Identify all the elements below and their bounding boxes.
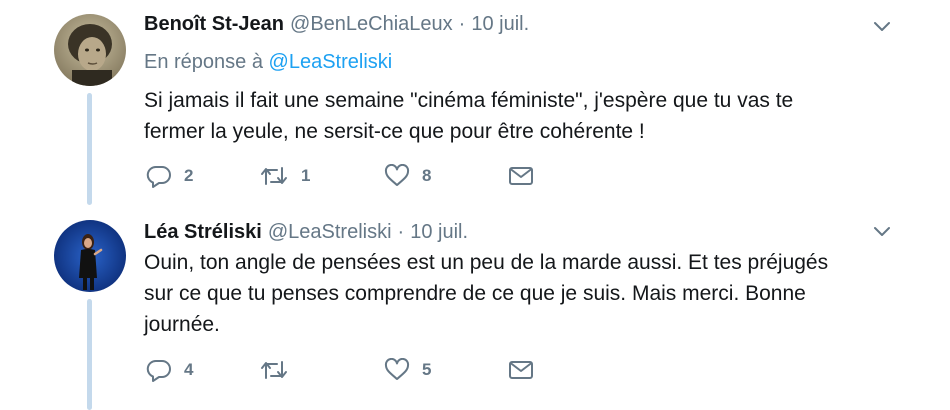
tweet-text-line: fermer la yeule, ne sersit-ce que pour ê… (144, 120, 645, 143)
retweet-icon (261, 361, 287, 379)
direct-message-button[interactable] (508, 161, 534, 191)
separator: · (397, 221, 405, 243)
thread-line (87, 93, 92, 205)
tweet-text-line: Ouin, ton angle de pensées est un peu de… (144, 251, 829, 274)
author-handle[interactable]: @LeaStreliski (268, 220, 392, 244)
author-name[interactable]: Benoît St-Jean (144, 12, 284, 36)
reply-icon (146, 165, 171, 188)
tweet-date[interactable]: 10 juil. (471, 12, 529, 36)
heart-icon (384, 164, 410, 186)
envelope-icon (509, 167, 533, 185)
envelope-icon (509, 361, 533, 379)
action-bar: 2 1 8 (144, 161, 564, 191)
tweet-text-line: journée. (144, 313, 220, 336)
tweet-header: Léa Stréliski @LeaStreliski · 10 juil. (144, 220, 468, 244)
tweet-text: Ouin, ton angle de pensées est un peu de… (144, 247, 884, 340)
retweet-button[interactable] (259, 355, 301, 385)
like-button[interactable]: 8 (384, 161, 431, 191)
reply-prefix: En réponse à (144, 51, 263, 73)
like-button[interactable]: 5 (384, 355, 431, 385)
like-count: 5 (422, 360, 432, 379)
chevron-down-icon[interactable] (872, 225, 892, 239)
reply-button[interactable]: 2 (146, 161, 193, 191)
separator: · (458, 13, 466, 35)
avatar[interactable] (54, 220, 126, 292)
stage-performer-avatar (54, 220, 126, 292)
avatar[interactable] (54, 14, 126, 86)
retweet-icon (261, 167, 287, 185)
reply-count: 2 (184, 166, 194, 185)
tweet[interactable]: Benoît St-Jean @BenLeChiaLeux · 10 juil.… (0, 0, 950, 205)
reply-icon (146, 359, 171, 382)
tweet-text: Si jamais il fait une semaine "cinéma fé… (144, 85, 884, 147)
tweet-text-line: Si jamais il fait une semaine "cinéma fé… (144, 89, 794, 112)
reply-count: 4 (184, 360, 194, 379)
author-name[interactable]: Léa Stréliski (144, 220, 262, 244)
thread-line (87, 299, 92, 410)
sepia-portrait-avatar (54, 14, 126, 86)
author-handle[interactable]: @BenLeChiaLeux (290, 12, 453, 36)
retweet-count: 1 (301, 166, 311, 185)
reply-context: En réponse à @LeaStreliski (144, 50, 392, 74)
heart-icon (384, 358, 410, 380)
reply-button[interactable]: 4 (146, 355, 193, 385)
tweet-date[interactable]: 10 juil. (410, 220, 468, 244)
like-count: 8 (422, 166, 432, 185)
direct-message-button[interactable] (508, 355, 534, 385)
chevron-down-icon[interactable] (872, 20, 892, 34)
tweet[interactable]: Léa Stréliski @LeaStreliski · 10 juil. O… (0, 205, 950, 410)
tweet-header: Benoît St-Jean @BenLeChiaLeux · 10 juil. (144, 12, 529, 36)
action-bar: 4 5 (144, 355, 564, 385)
retweet-button[interactable]: 1 (259, 161, 310, 191)
reply-to-link[interactable]: @LeaStreliski (269, 51, 393, 73)
tweet-text-line: sur ce que tu penses comprendre de ce qu… (144, 282, 806, 305)
